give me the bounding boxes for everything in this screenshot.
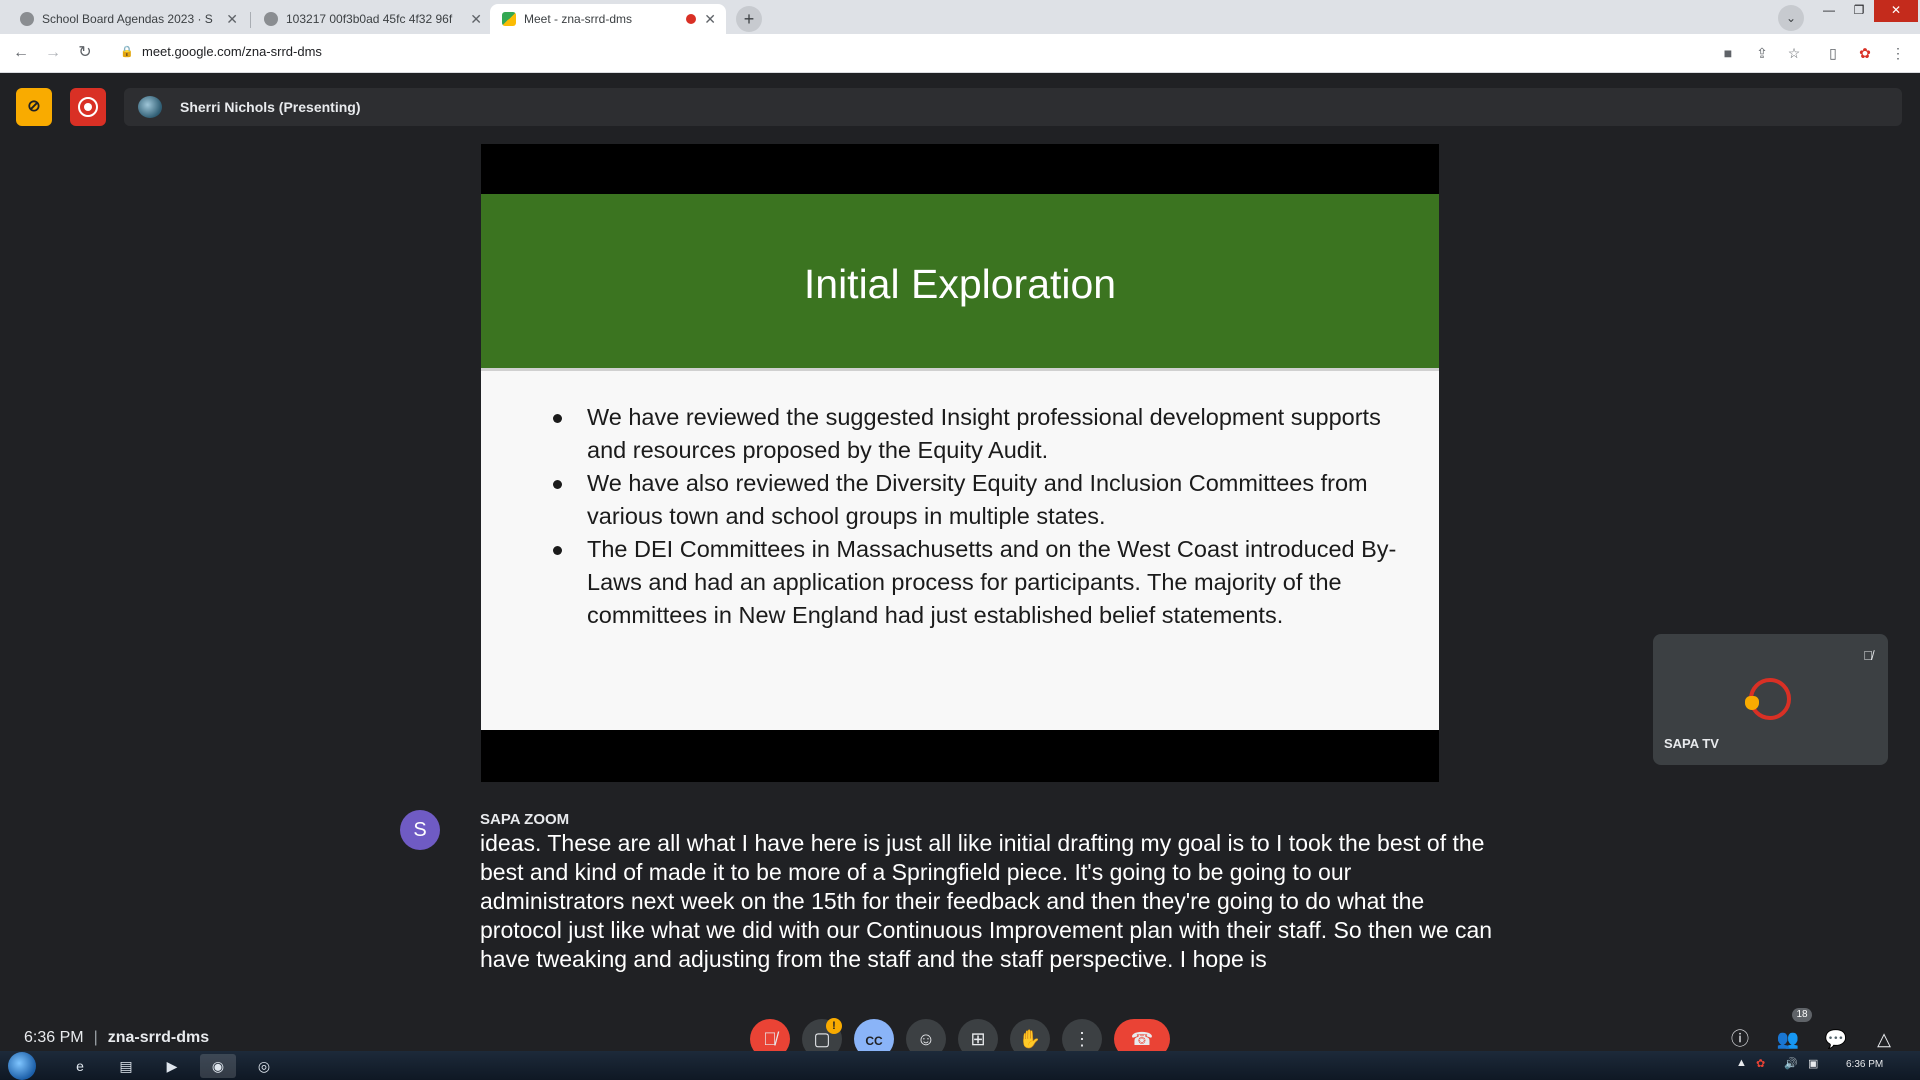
slide-title-band: Initial Exploration [481, 194, 1439, 368]
mic-off-icon: 🎙̸ [763, 1029, 777, 1049]
ie-icon[interactable]: e [62, 1054, 98, 1078]
separator: | [93, 1029, 98, 1046]
chat-icon: 💬 [1824, 1029, 1848, 1049]
present-icon: ⊞ [970, 1029, 986, 1049]
side-panel-icon[interactable]: ▯ [1823, 43, 1843, 63]
chrome-icon[interactable]: ◉ [200, 1054, 236, 1078]
recording-button[interactable] [70, 88, 106, 126]
forward-arrow-icon[interactable]: → [42, 42, 64, 64]
meet-favicon-icon [502, 12, 516, 26]
meeting-info-button[interactable]: ⓘ [1728, 1027, 1752, 1051]
slide-bullet: We have also reviewed the Diversity Equi… [547, 467, 1407, 533]
people-icon: 👥 [1776, 1029, 1800, 1049]
more-options-icon: ⋮ [1073, 1029, 1091, 1049]
back-arrow-icon[interactable]: ← [10, 42, 32, 64]
tab-close-icon[interactable]: ✕ [470, 4, 482, 34]
participant-tile[interactable]: 🎙̸ SAPA TV [1653, 634, 1888, 765]
start-button[interactable] [8, 1052, 36, 1080]
slide-bullet-list: We have reviewed the suggested Insight p… [547, 401, 1407, 632]
record-icon [78, 97, 98, 117]
shared-slide: Initial Exploration We have reviewed the… [481, 144, 1439, 782]
app-icon[interactable]: ◎ [246, 1054, 282, 1078]
bookmark-star-icon[interactable]: ☆ [1784, 43, 1804, 63]
meeting-details: 6:36 PM | zna-srrd-dms [24, 1029, 209, 1047]
slide-bullet: We have reviewed the suggested Insight p… [547, 401, 1407, 467]
file-explorer-icon[interactable]: ▤ [108, 1054, 144, 1078]
browser-tabstrip: School Board Agendas 2023 · S ✕ 103217 0… [0, 0, 1920, 34]
raise-hand-icon: ✋ [1018, 1029, 1042, 1049]
maximize-window-button[interactable]: ❐ [1844, 0, 1874, 22]
current-time: 6:36 PM [24, 1029, 84, 1046]
tab-title: Meet - zna-srrd-dms [524, 12, 633, 26]
chat-button[interactable]: 💬 [1824, 1027, 1848, 1051]
slide-bullet: The DEI Committees in Massachusetts and … [547, 533, 1407, 632]
captions-icon: CC [865, 1034, 883, 1048]
lock-icon[interactable]: 🔒 [120, 45, 134, 58]
tab-favicon-icon [264, 12, 278, 26]
caption-text: ideas. These are all what I have here is… [480, 830, 1493, 972]
caption-speaker-avatar: S [400, 810, 440, 850]
presenter-bar[interactable]: Sherri Nichols (Presenting) [124, 88, 1902, 126]
tab-school-board-agendas[interactable]: School Board Agendas 2023 · S ✕ [8, 4, 248, 34]
extension-icon[interactable]: ✿ [1855, 43, 1875, 63]
tab-document[interactable]: 103217 00f3b0ad 45fc 4f32 96f ✕ [252, 4, 492, 34]
hangup-icon: ☎ [1130, 1029, 1154, 1049]
camera-in-use-icon[interactable]: ■ [1718, 43, 1738, 63]
minimize-window-button[interactable]: — [1814, 0, 1844, 22]
caption-speaker-name: SAPA ZOOM [480, 811, 570, 828]
tray-arrow-icon[interactable]: ▲ [1736, 1057, 1747, 1069]
people-button[interactable]: 👥 [1776, 1027, 1800, 1051]
new-tab-button[interactable]: + [736, 6, 762, 32]
taskbar-clock[interactable]: 6:36 PM [1846, 1059, 1883, 1070]
camera-warning-badge: ! [826, 1018, 842, 1034]
tab-title: 103217 00f3b0ad 45fc 4f32 96f [286, 12, 453, 26]
close-window-button[interactable]: ✕ [1874, 0, 1918, 22]
sapa-logo-hand-icon [1745, 696, 1759, 710]
os-taskbar: e ▤ ▶ ◉ ◎ ▲ ✿ 🔊 ▣ 6:36 PM [0, 1051, 1920, 1080]
activities-button[interactable]: △ [1872, 1027, 1896, 1051]
browser-menu-icon[interactable]: ⋮ [1888, 43, 1908, 63]
mic-off-icon: 🎙̸ [1863, 648, 1873, 663]
media-player-icon[interactable]: ▶ [154, 1054, 190, 1078]
recording-indicator-icon [686, 14, 696, 24]
activities-icon: △ [1877, 1029, 1891, 1049]
tab-close-icon[interactable]: ✕ [704, 4, 716, 34]
meeting-code: zna-srrd-dms [107, 1029, 210, 1046]
slide-body: We have reviewed the suggested Insight p… [481, 368, 1439, 730]
presenter-avatar [138, 96, 162, 118]
camera-off-icon: ⊘ [27, 98, 41, 115]
tray-app-icon[interactable]: ✿ [1756, 1057, 1765, 1070]
people-count-badge: 18 [1792, 1008, 1812, 1022]
camera-off-indicator-button[interactable]: ⊘ [16, 88, 52, 126]
slide-title: Initial Exploration [803, 261, 1117, 307]
tab-favicon-icon [20, 12, 34, 26]
volume-icon[interactable]: 🔊 [1784, 1057, 1798, 1070]
share-icon[interactable]: ⇪ [1752, 43, 1772, 63]
presenter-name: Sherri Nichols (Presenting) [180, 99, 361, 115]
tab-google-meet[interactable]: Meet - zna-srrd-dms ✕ [490, 4, 726, 34]
info-icon: ⓘ [1731, 1029, 1749, 1049]
emoji-icon: ☺ [916, 1029, 936, 1049]
network-icon[interactable]: ▣ [1808, 1057, 1818, 1070]
reload-icon[interactable]: ↻ [74, 42, 96, 64]
address-bar[interactable]: meet.google.com/zna-srrd-dms [142, 44, 322, 59]
tab-title: School Board Agendas 2023 · S [42, 12, 213, 26]
tab-divider [250, 12, 251, 28]
participant-name: SAPA TV [1664, 736, 1719, 751]
tab-close-icon[interactable]: ✕ [226, 4, 238, 34]
tab-search-button[interactable]: ⌄ [1778, 5, 1804, 31]
browser-toolbar: ← → ↻ 🔒 meet.google.com/zna-srrd-dms ■ ⇪… [0, 34, 1920, 73]
